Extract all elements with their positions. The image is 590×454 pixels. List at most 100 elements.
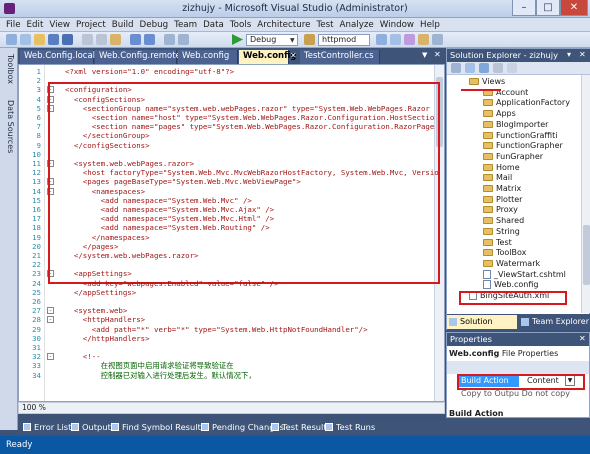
redo-icon[interactable]: [144, 34, 155, 45]
menu-data[interactable]: Data: [200, 18, 227, 32]
tab-test-controller[interactable]: TestController.cs: [300, 50, 380, 64]
tab-solution-explorer[interactable]: Solution Expl...: [447, 315, 517, 340]
menu-architecture[interactable]: Architecture: [254, 18, 313, 32]
code-line[interactable]: <add namespace="System.Web.Mvc" />: [65, 196, 252, 205]
code-line[interactable]: <add path="*" verb="*" type="System.Web.…: [65, 325, 368, 334]
collapse-icon[interactable]: -: [47, 353, 54, 361]
tree-item[interactable]: Plotter: [447, 195, 522, 206]
code-line[interactable]: <add key="webpages:Enabled" value="false…: [65, 279, 279, 288]
tab-web-config[interactable]: Web.config: [178, 50, 238, 64]
navigate-back-icon[interactable]: [164, 34, 175, 45]
tree-item[interactable]: Shared: [447, 216, 524, 227]
solution-explorer-scrollbar[interactable]: [581, 75, 590, 313]
code-line[interactable]: </httpHandlers>: [65, 334, 150, 343]
close-tab-icon[interactable]: ✕: [290, 51, 297, 60]
tree-item[interactable]: ApplicationFactory: [447, 98, 570, 109]
paste-icon[interactable]: [110, 34, 121, 45]
properties-icon[interactable]: [451, 63, 461, 73]
code-line[interactable]: 控制器已对输入进行处理后发生。默认情况下，: [65, 371, 256, 380]
code-line[interactable]: </namespaces>: [65, 233, 150, 242]
tab-list-dropdown-icon[interactable]: ▼: [422, 51, 427, 59]
menu-debug[interactable]: Debug: [137, 18, 172, 32]
new-project-icon[interactable]: [6, 34, 17, 45]
show-all-files-icon[interactable]: [465, 63, 475, 73]
tree-item[interactable]: ToolBox: [447, 248, 526, 259]
code-line[interactable]: </system.web.webPages.razor>: [65, 251, 199, 260]
tree-item[interactable]: FunctionGrapher: [447, 141, 563, 152]
open-file-icon[interactable]: [34, 34, 45, 45]
zoom-level[interactable]: 100 %: [19, 403, 46, 412]
toolbox-tab[interactable]: Toolbox: [2, 54, 15, 84]
code-line[interactable]: <sectionGroup name="system.web.webPages.…: [65, 104, 430, 113]
code-line[interactable]: <appSettings>: [65, 269, 132, 278]
code-line[interactable]: <host factoryType="System.Web.Mvc.MvcWeb…: [65, 168, 439, 177]
close-document-icon[interactable]: ✕: [434, 50, 441, 59]
find-combo[interactable]: httpmod: [318, 34, 370, 46]
tree-item[interactable]: String: [447, 227, 520, 238]
code-line[interactable]: <pages pageBaseType="System.Web.Mvc.WebV…: [65, 177, 301, 186]
tree-item[interactable]: Home: [447, 163, 520, 174]
tab-test-runs[interactable]: Test Runs: [324, 421, 375, 433]
tab-team-explorer[interactable]: Team Explorer: [519, 315, 590, 329]
code-line[interactable]: <system.web>: [65, 306, 127, 315]
tab-error-list[interactable]: Error List: [22, 421, 71, 433]
tree-item[interactable]: Apps: [447, 109, 516, 120]
tab-test-results[interactable]: Test Results: [270, 421, 331, 433]
code-line[interactable]: <!--: [65, 352, 101, 361]
collapse-icon[interactable]: -: [47, 316, 54, 324]
tree-item[interactable]: FunctionGraffiti: [447, 131, 558, 142]
pin-icon[interactable]: ▾: [567, 50, 571, 59]
scroll-thumb[interactable]: [583, 225, 590, 285]
menu-help[interactable]: Help: [417, 18, 443, 32]
collapse-icon[interactable]: -: [47, 307, 54, 315]
tab-web-config-local[interactable]: Web.Config.local: [20, 50, 95, 64]
code-line[interactable]: <section name="pages" type="System.Web.W…: [65, 122, 435, 131]
code-line[interactable]: <add namespace="System.Web.Routing" />: [65, 223, 270, 232]
code-line[interactable]: <section name="host" type="System.Web.We…: [65, 113, 435, 122]
code-line[interactable]: <system.web.webPages.razor>: [65, 159, 194, 168]
find-icon[interactable]: [304, 34, 315, 45]
toolbox-icon[interactable]: [418, 34, 429, 45]
code-line[interactable]: 在视图页面中启用请求验证将导致验证在: [65, 361, 234, 370]
refresh-icon[interactable]: [479, 63, 489, 73]
code-line[interactable]: <?xml version="1.0" encoding="utf-8"?>: [65, 67, 234, 76]
navigate-forward-icon[interactable]: [178, 34, 189, 45]
tree-item[interactable]: Matrix: [447, 184, 521, 195]
tree-item[interactable]: Mail: [447, 173, 512, 184]
menu-window[interactable]: Window: [377, 18, 417, 32]
tab-web-config-remote[interactable]: Web.Config.remote: [95, 50, 181, 64]
code-line[interactable]: <namespaces>: [65, 187, 145, 196]
menu-team[interactable]: Team: [171, 18, 200, 32]
menu-view[interactable]: View: [46, 18, 73, 32]
start-page-icon[interactable]: [432, 34, 443, 45]
minimize-button[interactable]: –: [512, 0, 536, 16]
menu-project[interactable]: Project: [73, 18, 109, 32]
menu-test[interactable]: Test: [313, 18, 336, 32]
maximize-button[interactable]: □: [536, 0, 560, 16]
start-debugging-icon[interactable]: [232, 34, 243, 45]
view-code-icon[interactable]: [493, 63, 503, 73]
cut-icon[interactable]: [82, 34, 93, 45]
code-line[interactable]: <configuration>: [65, 85, 132, 94]
tree-item[interactable]: FunGrapher: [447, 152, 543, 163]
tree-item[interactable]: Test: [447, 238, 512, 249]
tab-web-config-active[interactable]: Web.config: [239, 50, 296, 64]
code-line[interactable]: </sectionGroup>: [65, 131, 150, 140]
tree-item[interactable]: Watermark: [447, 259, 540, 270]
code-line[interactable]: <configSections>: [65, 95, 145, 104]
tree-item[interactable]: Proxy: [447, 205, 518, 216]
code-line[interactable]: <add namespace="System.Web.Mvc.Html" />: [65, 214, 275, 223]
close-panel-icon[interactable]: ✕: [579, 50, 586, 59]
save-all-icon[interactable]: [62, 34, 73, 45]
code-line[interactable]: </appSettings>: [65, 288, 136, 297]
solution-explorer-icon[interactable]: [376, 34, 387, 45]
code-line[interactable]: </configSections>: [65, 141, 150, 150]
menu-edit[interactable]: Edit: [24, 18, 47, 32]
close-panel-icon[interactable]: ✕: [579, 334, 586, 343]
tree-item[interactable]: Web.config: [447, 280, 538, 291]
tab-find-symbol-results[interactable]: Find Symbol Results: [110, 421, 205, 433]
menu-build[interactable]: Build: [109, 18, 137, 32]
tree-item[interactable]: BlogImporter: [447, 120, 548, 131]
code-editor[interactable]: ---------- 1 <?xml version="1.0" encoding…: [18, 64, 445, 402]
data-sources-tab[interactable]: Data Sources: [2, 100, 15, 153]
